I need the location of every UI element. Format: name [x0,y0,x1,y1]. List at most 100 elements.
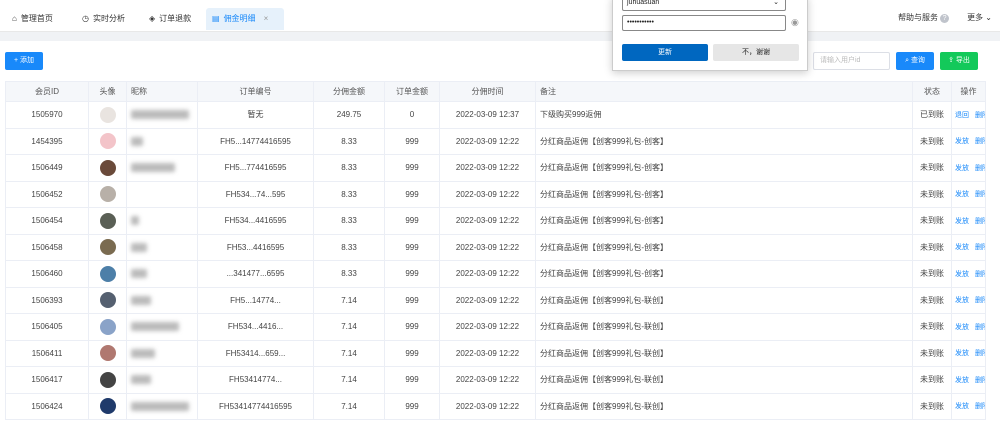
member-id: 1506454 [5,207,89,235]
table-row: 1506411 FH53414...659... 7.14 999 2022-03-09… [5,339,986,367]
remark: 分红商品返佣【创客999礼包-创客】 [535,207,913,235]
decline-button[interactable]: 不，谢谢 [713,44,799,61]
export-icon: ⇪ [948,57,954,64]
commission-time: 2022-03-09 12:22 [439,233,536,261]
delete-link[interactable]: 删除 [975,112,985,119]
action-primary-link[interactable]: 发放 [955,324,969,331]
status: 未到账 [912,313,952,341]
tab-order-refund[interactable]: ◈ 订单退款 [143,8,197,30]
action-primary-link[interactable]: 发放 [955,244,969,251]
remark: 分红商品返佣【创客999礼包-创客】 [535,127,913,155]
tab-realtime-analysis[interactable]: ◷ 实时分析 [76,8,131,30]
username-field[interactable]: juhuasuan ⌄ [622,0,786,11]
help-link[interactable]: 帮助与服务? [898,12,950,23]
nickname-redacted [131,375,151,385]
action-primary-link[interactable]: 发放 [955,138,969,145]
close-icon[interactable]: × [264,8,269,30]
nickname-redacted [131,401,189,411]
action-primary-link[interactable]: 发放 [955,350,969,357]
delete-link[interactable]: 删除 [975,271,985,278]
chevron-down-icon[interactable]: ⌄ [773,0,779,10]
avatar [99,212,116,229]
more-menu[interactable]: 更多 ⌄ [967,12,992,23]
column-header: 会员ID [5,81,89,102]
commission-amount: 7.14 [313,339,385,367]
commission-time: 2022-03-09 12:22 [439,339,536,367]
delete-link[interactable]: 删除 [975,297,985,304]
member-id: 1506449 [5,154,89,182]
remark: 下级购买999返佣 [535,101,913,129]
remark: 分红商品返佣【创客999礼包-创客】 [535,260,913,288]
delete-link[interactable]: 删除 [975,403,985,410]
order-amount: 999 [384,339,440,367]
action-primary-link[interactable]: 发放 [955,218,969,225]
table-row: 1506424 FH53414774416595 7.14 999 2022-03-09… [5,392,986,420]
order-number: FH534...4416... [197,313,314,341]
nickname [126,313,198,341]
avatar-cell [88,313,127,341]
delete-link[interactable]: 删除 [975,377,985,384]
password-save-popup: juhuasuan ⌄ ••••••••••• ◉ 更新 不，谢谢 [612,0,808,71]
tag-icon: ◈ [149,14,156,23]
delete-link[interactable]: 删除 [975,138,985,145]
nickname [126,127,198,155]
actions: 发放删除 [951,366,986,394]
action-primary-link[interactable]: 发放 [955,403,969,410]
main-content: + 添加 请输入用户id ⌕ 查询 ⇪ 导出 会员ID 头像 昵称 订单编号 分佣金额订… [0,41,1000,433]
actions: 退回删除 [951,101,986,129]
actions: 发放删除 [951,392,986,420]
search-button[interactable]: ⌕ 查询 [896,52,934,70]
nickname-redacted [131,216,139,226]
delete-link[interactable]: 删除 [975,191,985,198]
eye-icon[interactable]: ◉ [791,17,799,28]
delete-link[interactable]: 删除 [975,350,985,357]
commission-time: 2022-03-09 12:37 [439,101,536,129]
avatar [99,292,116,309]
order-amount: 999 [384,233,440,261]
delete-link[interactable]: 删除 [975,324,985,331]
nickname-redacted [131,136,143,146]
table-row: 1506460 ...341477...6595 8.33 999 2022-03-09… [5,260,986,288]
nickname-redacted [131,242,147,252]
username-value: juhuasuan [627,0,660,6]
avatar [99,239,116,256]
search-input[interactable]: 请输入用户id [813,52,890,70]
export-button[interactable]: ⇪ 导出 [940,52,978,70]
action-primary-link[interactable]: 发放 [955,191,969,198]
commission-amount: 7.14 [313,366,385,394]
action-primary-link[interactable]: 发放 [955,165,969,172]
avatar-cell [88,207,127,235]
update-button[interactable]: 更新 [622,44,708,61]
action-primary-link[interactable]: 退回 [955,112,969,119]
column-header: 头像 [88,81,127,102]
action-primary-link[interactable]: 发放 [955,297,969,304]
status: 未到账 [912,392,952,420]
status: 已到账 [912,101,952,129]
status: 未到账 [912,180,952,208]
avatar [99,371,116,388]
nickname [126,366,198,394]
order-amount: 999 [384,127,440,155]
tab-commission-details[interactable]: ▤ 佣金明细 × [206,8,284,30]
commission-time: 2022-03-09 12:22 [439,260,536,288]
avatar-cell [88,260,127,288]
remark: 分红商品返佣【创客999礼包-联创】 [535,313,913,341]
column-header: 分佣金额 [313,81,385,102]
home-icon: ⌂ [12,14,17,23]
avatar [99,398,116,415]
add-button[interactable]: + 添加 [5,52,43,70]
avatar-cell [88,233,127,261]
order-number: FH53414774416595 [197,392,314,420]
delete-link[interactable]: 删除 [975,165,985,172]
delete-link[interactable]: 删除 [975,218,985,225]
commission-amount: 7.14 [313,286,385,314]
tab-home[interactable]: ⌂ 管理首页 [6,8,59,30]
password-field[interactable]: ••••••••••• [622,15,786,31]
status: 未到账 [912,366,952,394]
action-primary-link[interactable]: 发放 [955,377,969,384]
action-primary-link[interactable]: 发放 [955,271,969,278]
document-icon: ▤ [212,14,220,23]
member-id: 1506417 [5,366,89,394]
delete-link[interactable]: 删除 [975,244,985,251]
actions: 发放删除 [951,286,986,314]
